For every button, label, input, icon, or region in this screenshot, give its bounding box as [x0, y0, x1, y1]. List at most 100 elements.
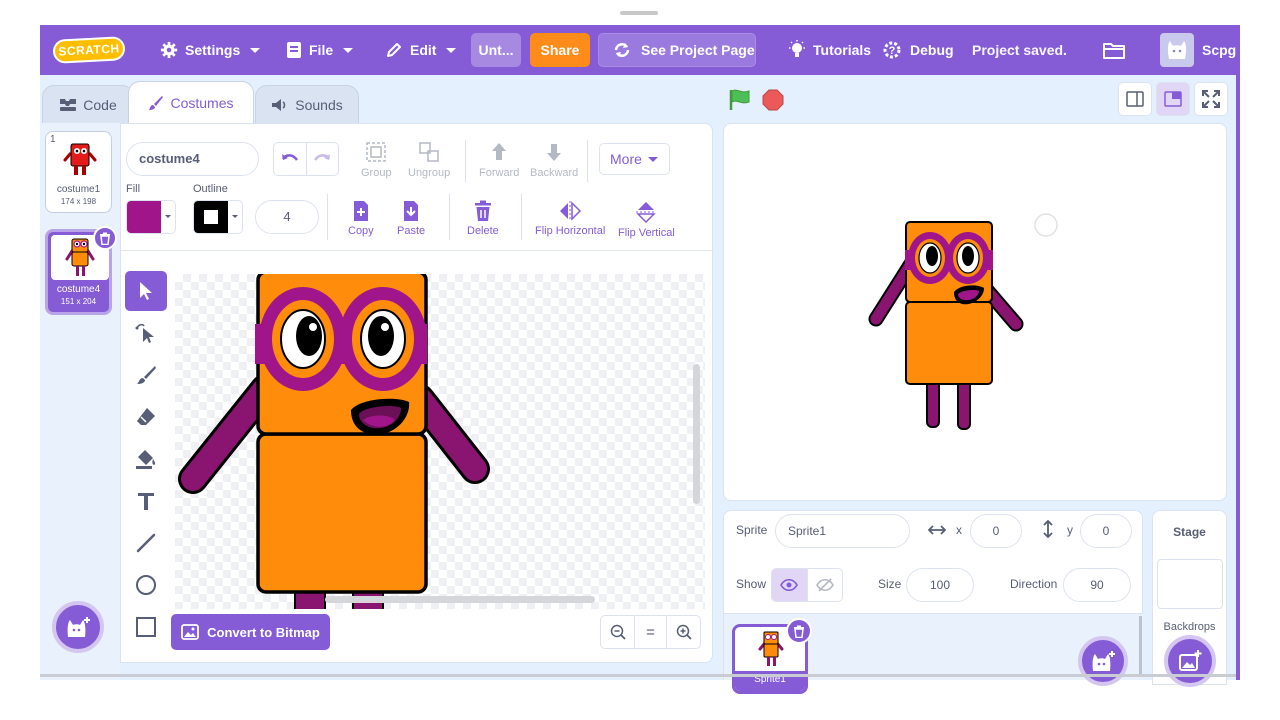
- scratch-logo[interactable]: SCRATCH: [52, 36, 126, 64]
- paste-icon: [404, 201, 419, 221]
- username[interactable]: Scpgo: [1202, 25, 1240, 75]
- project-title-input[interactable]: Unt...: [471, 33, 521, 67]
- small-stage-button[interactable]: [1118, 82, 1152, 116]
- chevron-down-icon: [647, 156, 658, 162]
- stage-thumbnail[interactable]: [1157, 559, 1223, 609]
- costume-name: costume1: [56, 184, 101, 195]
- horizontal-arrows-icon: [928, 525, 946, 535]
- forward-button[interactable]: Forward: [479, 140, 519, 179]
- drawing-canvas[interactable]: [175, 274, 705, 609]
- edit-menu[interactable]: Edit: [385, 25, 457, 75]
- lightbulb-icon: [789, 40, 805, 57]
- delete-label: Delete: [467, 225, 499, 237]
- sprite-on-stage: [868, 213, 1058, 430]
- vertical-scrollbar[interactable]: [693, 364, 700, 504]
- undo-icon: [281, 154, 299, 161]
- zoom-reset-button[interactable]: =: [634, 616, 667, 648]
- flip-horizontal-button[interactable]: Flip Horizontal: [535, 200, 605, 237]
- arrow-down-icon: [547, 144, 562, 161]
- hide-sprite-button[interactable]: [806, 569, 842, 601]
- zoom-out-button[interactable]: [601, 616, 634, 648]
- flip-vertical-icon: [636, 202, 657, 224]
- zoom-in-button[interactable]: [667, 616, 700, 648]
- flip-vertical-button[interactable]: Flip Vertical: [618, 200, 675, 239]
- line-tool[interactable]: [125, 523, 167, 563]
- delete-sprite-button[interactable]: [786, 618, 812, 644]
- refresh-arrows-icon: [614, 43, 630, 57]
- x-input[interactable]: 0: [970, 514, 1022, 548]
- stop-icon[interactable]: [762, 89, 784, 111]
- horizontal-scrollbar[interactable]: [325, 596, 595, 603]
- forward-label: Forward: [479, 167, 520, 179]
- copy-icon: [353, 201, 368, 221]
- outline-swatch: [194, 201, 228, 233]
- costume-tile-1[interactable]: 1 costume1 174 x 198: [45, 131, 112, 213]
- tab-code[interactable]: Code: [42, 85, 134, 123]
- green-flag-icon[interactable]: [728, 88, 752, 112]
- circle-tool[interactable]: [125, 565, 167, 605]
- backdrops-label: Backdrops: [1163, 621, 1216, 633]
- show-sprite-button[interactable]: [772, 569, 807, 601]
- tab-costumes[interactable]: Costumes: [128, 81, 254, 123]
- convert-to-bitmap-button[interactable]: Convert to Bitmap: [171, 614, 330, 650]
- more-button[interactable]: More: [599, 143, 670, 175]
- fill-swatch: [127, 201, 161, 233]
- copy-button[interactable]: Copy: [348, 200, 374, 237]
- sprite-list-scrollbar[interactable]: [1139, 616, 1142, 676]
- eraser-tool[interactable]: [125, 397, 167, 437]
- reshape-tool[interactable]: [125, 313, 167, 353]
- delete-costume-button[interactable]: [93, 226, 117, 250]
- rectangle-tool[interactable]: [125, 607, 167, 647]
- convert-label: Convert to Bitmap: [207, 624, 320, 640]
- select-tool[interactable]: [125, 271, 167, 311]
- stage-panel[interactable]: Stage Backdrops: [1152, 510, 1227, 687]
- add-costume-button[interactable]: [52, 601, 104, 653]
- window-grab-handle[interactable]: [620, 11, 658, 15]
- y-input[interactable]: 0: [1080, 514, 1132, 548]
- tutorials-button[interactable]: Tutorials: [788, 25, 871, 75]
- text-icon: [138, 493, 154, 510]
- text-tool[interactable]: [125, 481, 167, 521]
- eraser-icon: [137, 408, 155, 425]
- ungroup-button[interactable]: Ungroup: [408, 140, 450, 179]
- avatar[interactable]: [1160, 33, 1194, 67]
- x-label: x: [956, 523, 962, 537]
- code-blocks-icon: [60, 98, 77, 111]
- folder-icon[interactable]: [1103, 41, 1125, 59]
- debug-button[interactable]: ? Debug: [881, 25, 954, 75]
- stage-canvas[interactable]: [723, 123, 1227, 501]
- add-sprite-button[interactable]: [1078, 636, 1128, 686]
- size-input[interactable]: 100: [906, 568, 974, 602]
- redo-button[interactable]: [305, 143, 338, 175]
- settings-menu[interactable]: Settings: [160, 25, 261, 75]
- group-button[interactable]: Group: [361, 140, 392, 179]
- sprite-name-input[interactable]: Sprite1: [775, 514, 910, 548]
- outline-color-picker[interactable]: [193, 200, 243, 234]
- divider: [327, 194, 328, 240]
- window-right-edge: [1236, 25, 1240, 680]
- undo-button[interactable]: [274, 143, 306, 175]
- direction-input[interactable]: 90: [1063, 568, 1131, 602]
- add-backdrop-button[interactable]: [1164, 635, 1216, 687]
- paste-label: Paste: [397, 225, 426, 237]
- tab-code-label: Code: [83, 96, 117, 113]
- see-project-page-button[interactable]: See Project Page: [598, 33, 756, 67]
- fill-color-picker[interactable]: [126, 200, 176, 234]
- zoom-in-icon: [676, 624, 692, 640]
- file-menu[interactable]: File: [286, 25, 354, 75]
- costume-name-input[interactable]: costume4: [126, 142, 259, 176]
- backward-button[interactable]: Backward: [530, 140, 578, 179]
- brush-tool[interactable]: [125, 355, 167, 395]
- ungroup-icon: [419, 142, 439, 162]
- fullscreen-button[interactable]: [1194, 82, 1228, 116]
- divider: [449, 194, 450, 240]
- paste-button[interactable]: Paste: [397, 200, 425, 237]
- undo-redo-group: [273, 142, 339, 176]
- share-button[interactable]: Share: [530, 33, 590, 67]
- tab-sounds[interactable]: Sounds: [255, 85, 359, 123]
- large-stage-button[interactable]: [1156, 82, 1190, 116]
- outline-width-input[interactable]: 4: [255, 200, 319, 234]
- edit-label: Edit: [410, 42, 437, 58]
- delete-button[interactable]: Delete: [467, 200, 499, 237]
- fill-tool[interactable]: [125, 439, 167, 479]
